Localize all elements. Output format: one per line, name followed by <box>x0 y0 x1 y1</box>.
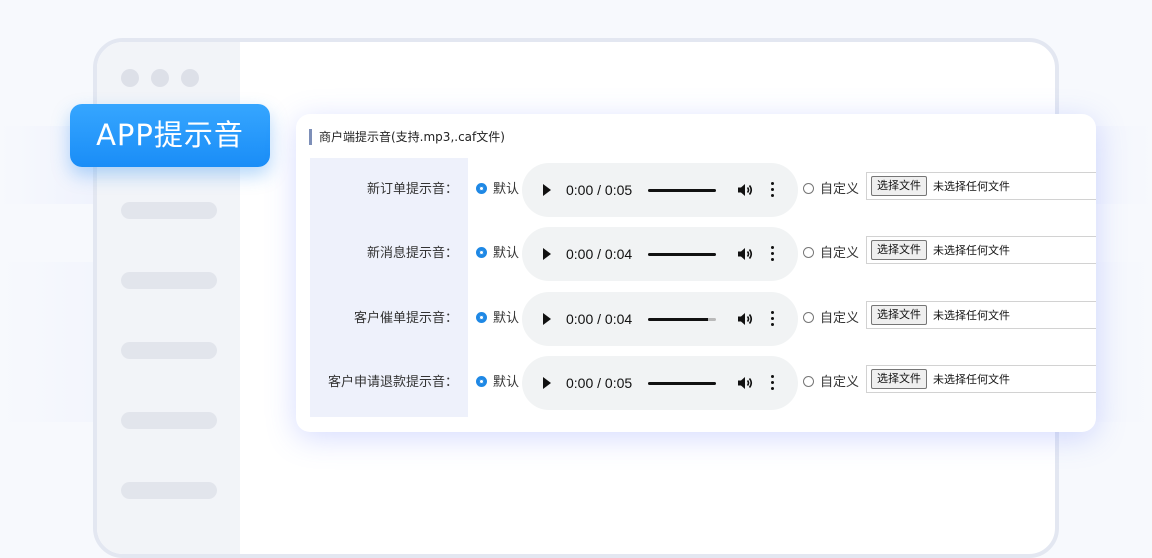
play-icon[interactable] <box>543 248 551 260</box>
radio-default-label: 默认 <box>493 311 520 326</box>
volume-icon[interactable] <box>737 376 753 390</box>
sidebar-placeholder-bar <box>121 412 217 429</box>
row-label: 客户申请退款提示音： <box>327 375 458 390</box>
audio-time: 0:00 / 0:04 <box>566 311 633 327</box>
choose-file-button[interactable]: 选择文件 <box>871 240 927 260</box>
sidebar-placeholder-bar <box>121 342 217 359</box>
sidebar-placeholder-bar <box>121 272 217 289</box>
more-vertical-icon[interactable] <box>771 311 775 327</box>
play-icon[interactable] <box>543 313 551 325</box>
more-vertical-icon[interactable] <box>771 182 775 198</box>
play-icon[interactable] <box>543 377 551 389</box>
card-title: 商户端提示音(支持.mp3,.caf文件) <box>309 129 505 145</box>
radio-custom[interactable] <box>803 247 814 258</box>
audio-time: 0:00 / 0:04 <box>566 246 633 262</box>
window-dot <box>121 69 139 87</box>
radio-custom[interactable] <box>803 312 814 323</box>
more-vertical-icon[interactable] <box>771 246 775 262</box>
audio-time: 0:00 / 0:05 <box>566 182 633 198</box>
row-label: 客户催单提示音： <box>353 311 458 326</box>
row-label: 新订单提示音： <box>366 182 458 197</box>
file-status-text: 未选择任何文件 <box>933 180 1010 193</box>
radio-default[interactable] <box>476 312 487 323</box>
radio-default-label: 默认 <box>493 246 520 261</box>
audio-progress-track[interactable] <box>648 189 716 192</box>
radio-custom-label: 自定义 <box>820 311 860 326</box>
row-label: 新消息提示音： <box>366 246 458 261</box>
radio-default[interactable] <box>476 376 487 387</box>
choose-file-button[interactable]: 选择文件 <box>871 176 927 196</box>
audio-progress-track[interactable] <box>648 382 716 385</box>
file-input[interactable]: 选择文件 未选择任何文件 <box>866 172 1096 200</box>
audio-player[interactable]: 0:00 / 0:04 <box>522 227 798 281</box>
radio-custom-label: 自定义 <box>820 182 860 197</box>
sidebar-placeholder-bar <box>121 202 217 219</box>
radio-custom-label: 自定义 <box>820 375 860 390</box>
audio-player[interactable]: 0:00 / 0:05 <box>522 163 798 217</box>
file-status-text: 未选择任何文件 <box>933 309 1010 322</box>
file-input[interactable]: 选择文件 未选择任何文件 <box>866 236 1096 264</box>
play-icon[interactable] <box>543 184 551 196</box>
volume-icon[interactable] <box>737 183 753 197</box>
more-vertical-icon[interactable] <box>771 375 775 391</box>
sound-setting-row: 新订单提示音： 默认 0:00 / 0:05 自定义 选择文件 未选择任何文件 <box>296 163 1096 217</box>
file-input[interactable]: 选择文件 未选择任何文件 <box>866 365 1096 393</box>
audio-progress-track[interactable] <box>648 318 716 321</box>
radio-default-label: 默认 <box>493 375 520 390</box>
radio-default[interactable] <box>476 247 487 258</box>
audio-progress-track[interactable] <box>648 253 716 256</box>
audio-time: 0:00 / 0:05 <box>566 375 633 391</box>
sound-setting-row: 客户催单提示音： 默认 0:00 / 0:04 自定义 选择文件 未选择任何文件 <box>296 292 1096 346</box>
sound-setting-row: 客户申请退款提示音： 默认 0:00 / 0:05 自定义 选择文件 未选择任何… <box>296 356 1096 410</box>
window-dot <box>151 69 169 87</box>
settings-card: 商户端提示音(支持.mp3,.caf文件) 新订单提示音： 默认 0:00 / … <box>296 114 1096 432</box>
file-status-text: 未选择任何文件 <box>933 244 1010 257</box>
audio-player[interactable]: 0:00 / 0:04 <box>522 292 798 346</box>
radio-default[interactable] <box>476 183 487 194</box>
radio-default-label: 默认 <box>493 182 520 197</box>
file-status-text: 未选择任何文件 <box>933 373 1010 386</box>
choose-file-button[interactable]: 选择文件 <box>871 305 927 325</box>
volume-icon[interactable] <box>737 247 753 261</box>
radio-custom[interactable] <box>803 183 814 194</box>
sidebar-placeholder-bar <box>121 482 217 499</box>
volume-icon[interactable] <box>737 312 753 326</box>
radio-custom[interactable] <box>803 376 814 387</box>
audio-player[interactable]: 0:00 / 0:05 <box>522 356 798 410</box>
file-input[interactable]: 选择文件 未选择任何文件 <box>866 301 1096 329</box>
choose-file-button[interactable]: 选择文件 <box>871 369 927 389</box>
window-dot <box>181 69 199 87</box>
feature-badge: APP提示音 <box>70 104 270 167</box>
radio-custom-label: 自定义 <box>820 246 860 261</box>
sound-setting-row: 新消息提示音： 默认 0:00 / 0:04 自定义 选择文件 未选择任何文件 <box>296 227 1096 281</box>
